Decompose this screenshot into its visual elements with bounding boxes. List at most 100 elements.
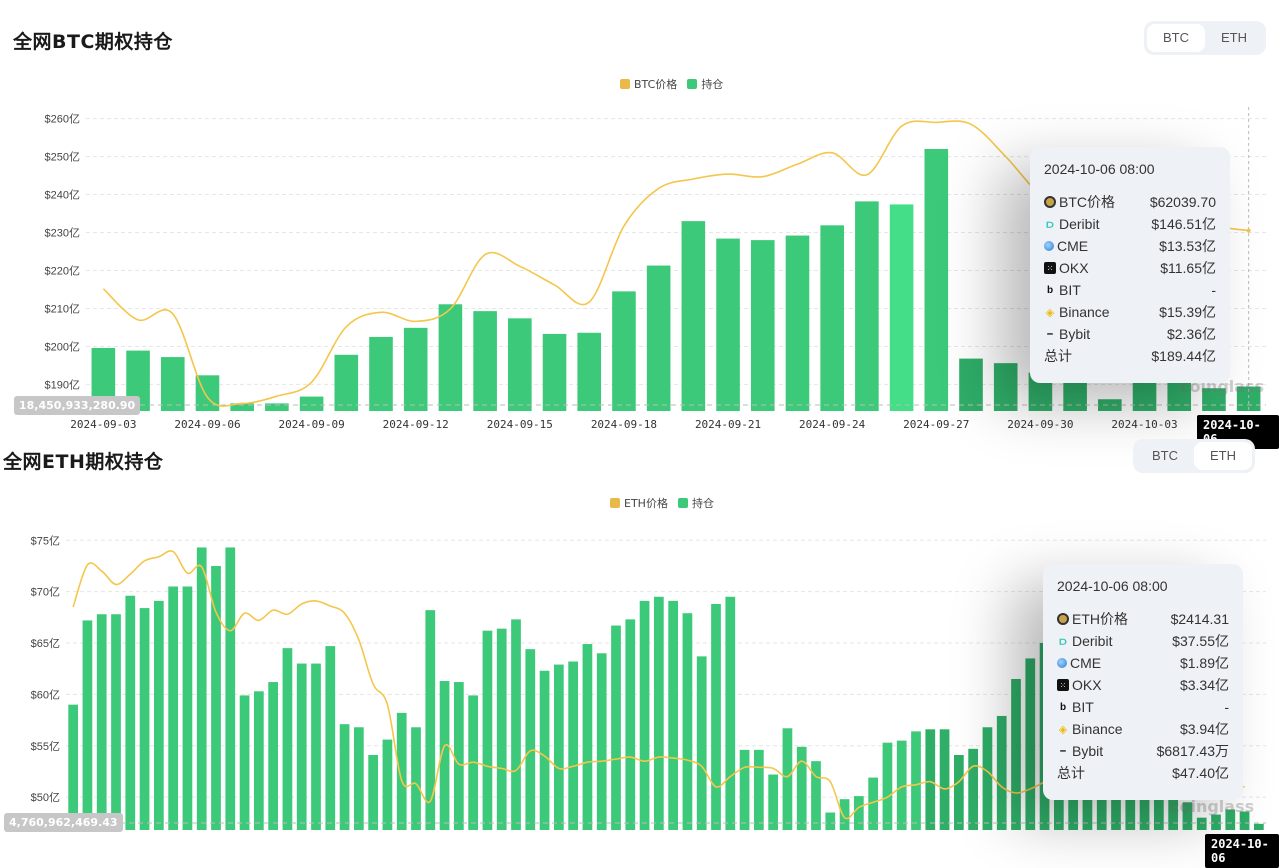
oi-bar[interactable]: [668, 600, 678, 830]
oi-bar[interactable]: [139, 608, 150, 830]
oi-bar[interactable]: [196, 547, 207, 830]
oi-bar[interactable]: [682, 613, 693, 830]
oi-bar[interactable]: [254, 691, 264, 830]
y-tick-label: $240亿: [45, 189, 80, 202]
oi-bar[interactable]: [855, 201, 879, 411]
oi-bar[interactable]: [954, 755, 964, 830]
oi-bar[interactable]: [716, 238, 740, 411]
oi-bar[interactable]: [1196, 817, 1207, 830]
oi-bar[interactable]: [711, 603, 721, 830]
oi-bar[interactable]: [396, 712, 407, 830]
oi-bar[interactable]: [508, 318, 532, 411]
oi-bar[interactable]: [882, 742, 893, 830]
oi-bar[interactable]: [525, 649, 536, 830]
oi-bar[interactable]: [82, 620, 93, 830]
oi-bar[interactable]: [939, 729, 950, 830]
y-tick-label: $220亿: [45, 264, 80, 277]
x-tick-label: 2024-09-15: [487, 418, 553, 431]
oi-bar[interactable]: [369, 336, 393, 411]
oi-bar[interactable]: [612, 291, 636, 411]
oi-bar[interactable]: [750, 240, 775, 411]
oi-bar[interactable]: [111, 614, 121, 830]
tooltip-label-text: OKX: [1072, 677, 1102, 693]
oi-bar[interactable]: [911, 731, 921, 830]
oi-bar[interactable]: [482, 630, 493, 830]
oi-bar[interactable]: [68, 704, 78, 830]
oi-bar[interactable]: [154, 600, 164, 830]
oi-bar[interactable]: [681, 221, 706, 411]
tooltip-value: $2414.31: [1170, 611, 1229, 627]
oi-bar[interactable]: [403, 327, 428, 411]
oi-bar[interactable]: [225, 547, 236, 830]
oi-bar[interactable]: [339, 724, 350, 830]
oi-bar[interactable]: [160, 357, 185, 411]
oi-bar[interactable]: [334, 354, 359, 411]
oi-bar[interactable]: [982, 727, 993, 830]
oi-bar[interactable]: [211, 565, 221, 830]
oi-bar[interactable]: [282, 648, 293, 830]
oi-bar[interactable]: [438, 304, 463, 411]
oi-bar[interactable]: [239, 695, 250, 830]
oi-bar[interactable]: [996, 715, 1007, 830]
oi-bar[interactable]: [582, 644, 593, 830]
bit-icon: b: [1046, 284, 1054, 296]
oi-bar[interactable]: [646, 265, 671, 411]
oi-bar[interactable]: [959, 358, 983, 411]
oi-bar[interactable]: [325, 646, 336, 830]
oi-bar[interactable]: [511, 619, 521, 830]
oi-bar[interactable]: [924, 148, 949, 412]
oi-bar[interactable]: [854, 796, 864, 830]
oi-bar[interactable]: [568, 661, 578, 830]
oi-bar[interactable]: [182, 586, 193, 830]
oi-bar[interactable]: [739, 749, 750, 830]
oi-bar[interactable]: [968, 748, 978, 830]
oi-bar[interactable]: [1098, 399, 1122, 411]
oi-bar[interactable]: [754, 749, 764, 830]
oi-bar[interactable]: [299, 396, 324, 411]
oi-bar[interactable]: [1211, 814, 1221, 830]
oi-bar[interactable]: [454, 682, 464, 830]
oi-bar[interactable]: [611, 625, 621, 830]
oi-bar[interactable]: [811, 761, 821, 830]
oi-bar[interactable]: [542, 333, 567, 411]
oi-bar[interactable]: [1011, 678, 1021, 830]
tooltip-label-text: BIT: [1072, 699, 1094, 715]
oi-bar[interactable]: [768, 774, 778, 830]
oi-bar[interactable]: [785, 235, 810, 411]
oi-bar[interactable]: [296, 663, 307, 830]
oi-bar[interactable]: [268, 682, 278, 830]
oi-bar[interactable]: [825, 812, 836, 830]
oi-bar[interactable]: [168, 586, 178, 830]
oi-bar[interactable]: [725, 596, 736, 830]
oi-bar[interactable]: [554, 664, 564, 830]
oi-bar[interactable]: [368, 755, 378, 830]
oi-bar[interactable]: [539, 670, 550, 830]
tooltip-value: $1.89亿: [1179, 655, 1229, 671]
oi-bar[interactable]: [696, 656, 707, 830]
oi-bar[interactable]: [820, 225, 844, 411]
oi-bar[interactable]: [639, 600, 650, 830]
tooltip-value: $11.65亿: [1160, 260, 1216, 276]
oi-bar[interactable]: [354, 727, 364, 830]
oi-bar[interactable]: [596, 653, 607, 830]
oi-bar[interactable]: [411, 727, 421, 830]
oi-bar[interactable]: [625, 619, 636, 830]
oi-bar[interactable]: [382, 739, 393, 830]
oi-bar[interactable]: [311, 663, 321, 830]
oi-bar[interactable]: [473, 311, 497, 411]
oi-bar[interactable]: [1254, 823, 1264, 830]
oi-bar[interactable]: [796, 746, 807, 830]
oi-bar[interactable]: [496, 628, 507, 830]
oi-bar[interactable]: [425, 610, 436, 830]
oi-bar[interactable]: [839, 799, 850, 830]
oi-bar[interactable]: [96, 614, 107, 830]
oi-bar[interactable]: [782, 728, 793, 830]
oi-bar[interactable]: [654, 596, 664, 830]
oi-bar[interactable]: [125, 595, 136, 830]
oi-bar[interactable]: [993, 363, 1018, 411]
oi-bar[interactable]: [577, 332, 602, 411]
oi-bar[interactable]: [925, 729, 936, 830]
oi-bar[interactable]: [889, 204, 914, 411]
tooltip-label-text: CME: [1057, 238, 1089, 254]
oi-bar[interactable]: [1025, 658, 1036, 830]
